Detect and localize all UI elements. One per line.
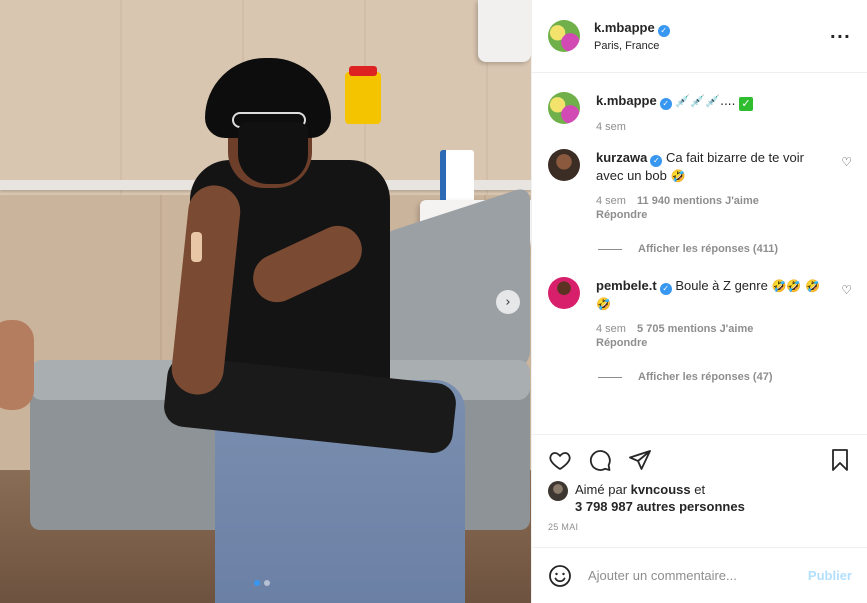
smiley-icon xyxy=(549,564,571,587)
chevron-right-icon: › xyxy=(505,294,511,310)
comment-text: kurzawa ✓ Ca fait bizarre de te voir avec… xyxy=(596,149,828,185)
post-photo[interactable]: › xyxy=(0,0,531,603)
commenter-avatar[interactable] xyxy=(548,277,580,309)
like-comment-heart-icon[interactable]: ♡ xyxy=(841,283,852,297)
comment-button[interactable] xyxy=(588,448,612,472)
photo-dispenser xyxy=(478,0,531,62)
replies-divider xyxy=(598,248,622,250)
comment-username[interactable]: kurzawa xyxy=(596,150,647,165)
comment-meta: 4 sem 5 705 mentions J'aime Répondre xyxy=(596,323,828,349)
comment-text: pembele.t ✓ Boule à Z genre 🤣🤣 🤣🤣 xyxy=(596,277,828,313)
verified-badge-icon: ✓ xyxy=(659,283,672,295)
liker-avatar[interactable] xyxy=(548,481,568,501)
check-mark-emoji-icon: ✓ xyxy=(739,97,754,111)
photo-sharps-bin xyxy=(345,66,381,124)
bookmark-icon xyxy=(832,449,848,471)
liked-by-section: Aimé par kvncouss et 3 798 987 autres pe… xyxy=(548,481,852,515)
liked-by-and: et xyxy=(694,482,706,497)
caption-time[interactable]: 4 sem xyxy=(596,121,626,133)
like-comment-heart-icon[interactable]: ♡ xyxy=(841,155,852,169)
carousel-dot xyxy=(264,580,270,586)
reply-button[interactable]: Répondre xyxy=(596,209,828,221)
caption-body: k.mbappe ✓ 💉💉💉.... ✓ 4 sem xyxy=(596,92,852,133)
post-date[interactable]: 25 MAI xyxy=(548,522,852,532)
comment-content: Boule à Z genre xyxy=(675,278,768,293)
share-button[interactable] xyxy=(628,448,652,472)
photo-bandage xyxy=(191,232,202,262)
add-comment-bar: Publier xyxy=(532,547,867,603)
caption-avatar[interactable] xyxy=(548,92,580,124)
reply-button[interactable]: Répondre xyxy=(596,337,828,349)
likes-count[interactable]: 3 798 987 autres personnes xyxy=(575,499,745,514)
replies-divider xyxy=(598,376,622,378)
carousel-indicator xyxy=(254,580,270,586)
commenter-avatar[interactable] xyxy=(548,149,580,181)
photo-soap xyxy=(440,150,474,206)
verified-badge-icon: ✓ xyxy=(657,25,670,37)
instagram-post-modal: › k.mbappe ✓ Paris, France ··· k.mbappe … xyxy=(0,0,867,603)
carousel-dot-active xyxy=(254,580,260,586)
heart-icon xyxy=(549,452,571,470)
verified-badge-icon: ✓ xyxy=(659,98,672,110)
paper-plane-icon xyxy=(629,450,651,470)
comment-time[interactable]: 4 sem xyxy=(596,323,626,335)
author-avatar[interactable] xyxy=(548,20,580,52)
liked-by-text: Aimé par kvncouss et 3 798 987 autres pe… xyxy=(575,481,745,515)
view-replies-button[interactable]: Afficher les réponses (47) xyxy=(598,371,852,383)
view-replies-button[interactable]: Afficher les réponses (411) xyxy=(598,243,852,255)
caption-text: k.mbappe ✓ 💉💉💉.... ✓ xyxy=(596,92,828,111)
author-info: k.mbappe ✓ Paris, France xyxy=(594,20,830,52)
emoji-picker-button[interactable] xyxy=(548,564,572,588)
caption-username[interactable]: k.mbappe xyxy=(596,93,657,108)
comment-likes[interactable]: 5 705 mentions J'aime xyxy=(637,323,753,335)
comment-username[interactable]: pembele.t xyxy=(596,278,657,293)
verified-badge-icon: ✓ xyxy=(650,155,663,167)
syringe-emoji-icon: 💉💉💉.... xyxy=(675,94,736,108)
save-button[interactable] xyxy=(828,448,852,472)
comment-item: kurzawa ✓ Ca fait bizarre de te voir avec… xyxy=(548,149,852,221)
comment-input[interactable] xyxy=(588,568,808,583)
photo-other-hand xyxy=(0,320,34,410)
view-replies-label: Afficher les réponses (47) xyxy=(638,371,773,383)
liked-by-prefix: Aimé par xyxy=(575,482,628,497)
comment-body: kurzawa ✓ Ca fait bizarre de te voir avec… xyxy=(596,149,852,221)
comment-bubble-icon xyxy=(589,450,611,471)
comment-meta: 4 sem 11 940 mentions J'aime Répondre xyxy=(596,195,828,221)
carousel-next-button[interactable]: › xyxy=(496,290,520,314)
post-header: k.mbappe ✓ Paris, France ··· xyxy=(532,0,867,73)
comment-body: pembele.t ✓ Boule à Z genre 🤣🤣 🤣🤣 4 sem 5… xyxy=(596,277,852,349)
like-button[interactable] xyxy=(548,448,572,472)
view-replies-label: Afficher les réponses (411) xyxy=(638,243,779,255)
post-location[interactable]: Paris, France xyxy=(594,40,830,52)
author-username[interactable]: k.mbappe xyxy=(594,20,655,35)
more-options-button[interactable]: ··· xyxy=(830,27,851,46)
more-horizontal-icon: ··· xyxy=(829,26,851,46)
post-comment-button[interactable]: Publier xyxy=(808,568,852,583)
post-actions-section: Aimé par kvncouss et 3 798 987 autres pe… xyxy=(532,434,867,532)
comments-list[interactable]: k.mbappe ✓ 💉💉💉.... ✓ 4 sem kurzawa ✓ Ca fa… xyxy=(532,74,867,434)
caption-meta: 4 sem xyxy=(596,121,828,133)
action-buttons xyxy=(548,443,852,477)
liker-username[interactable]: kvncouss xyxy=(631,482,691,497)
laughing-emoji-icon: 🤣 xyxy=(670,169,686,183)
photo-face-mask xyxy=(238,122,308,184)
comment-time[interactable]: 4 sem xyxy=(596,195,626,207)
caption: k.mbappe ✓ 💉💉💉.... ✓ 4 sem xyxy=(548,92,852,133)
comment-item: pembele.t ✓ Boule à Z genre 🤣🤣 🤣🤣 4 sem 5… xyxy=(548,277,852,349)
comment-likes[interactable]: 11 940 mentions J'aime xyxy=(637,195,759,207)
post-side-panel: k.mbappe ✓ Paris, France ··· k.mbappe ✓ 💉💉… xyxy=(531,0,867,603)
